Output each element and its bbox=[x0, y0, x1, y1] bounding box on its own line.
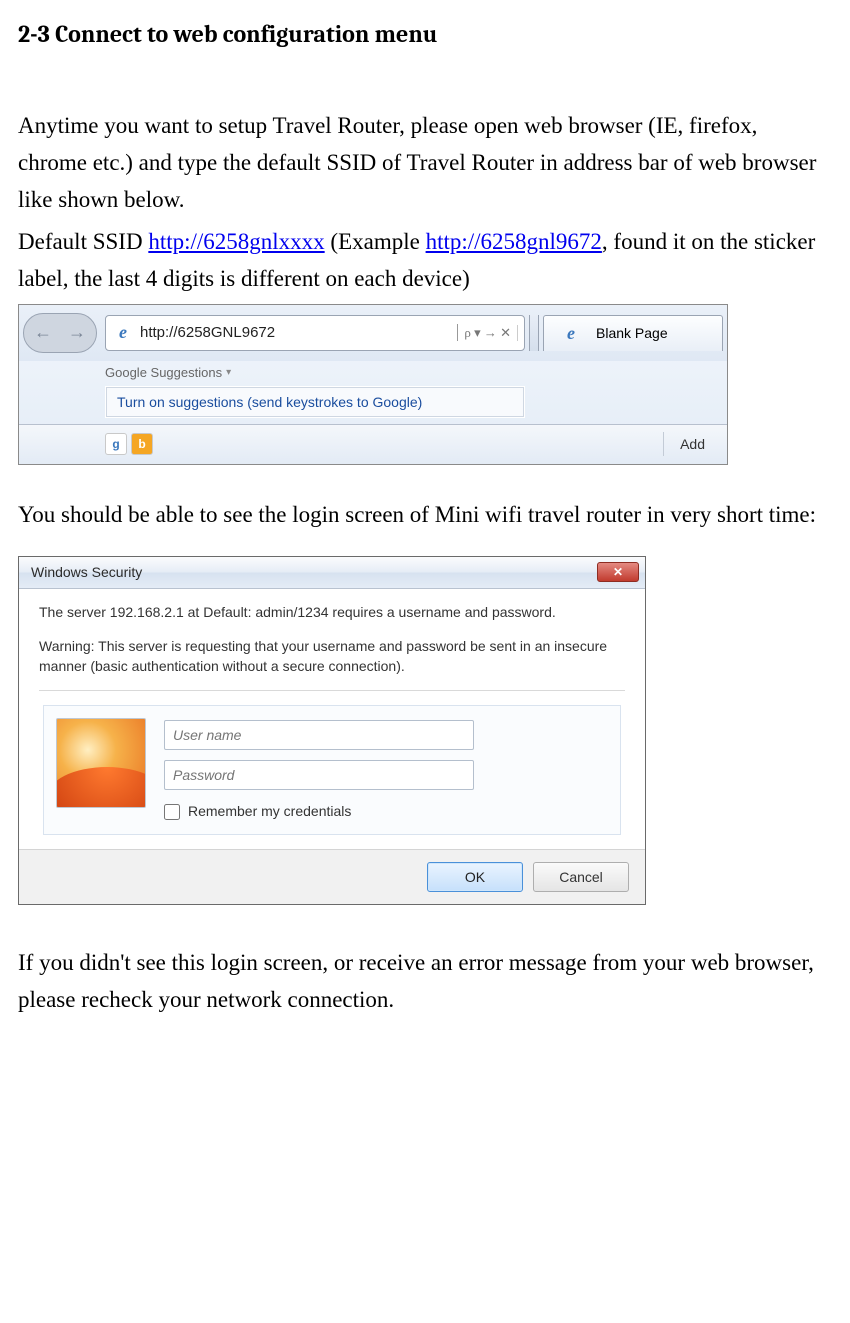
login-intro-paragraph: You should be able to see the login scre… bbox=[18, 497, 832, 534]
suggestion-header: Google Suggestions ▾ bbox=[105, 365, 727, 380]
address-url: http://6258GNL9672 bbox=[140, 324, 458, 341]
browser-top-bar: ← → e http://6258GNL9672 ρ ▾ → ✕ e Blank… bbox=[19, 305, 727, 361]
dialog-body: The server 192.168.2.1 at Default: admin… bbox=[19, 589, 645, 850]
ie-logo-icon: e bbox=[112, 322, 134, 344]
dialog-title: Windows Security bbox=[31, 564, 142, 580]
ok-button[interactable]: OK bbox=[427, 862, 523, 892]
back-arrow-icon[interactable]: ← bbox=[27, 317, 59, 349]
suggestion-panel: Google Suggestions ▾ Turn on suggestions… bbox=[19, 361, 727, 424]
address-tools: ρ ▾ → ✕ bbox=[458, 325, 524, 341]
forward-arrow-icon[interactable]: → bbox=[61, 317, 93, 349]
suggestion-row: Turn on suggestions (send keystrokes to … bbox=[105, 386, 525, 418]
nav-arrow-group: ← → bbox=[23, 313, 97, 353]
dialog-footer: OK Cancel bbox=[19, 849, 645, 904]
tab-separator bbox=[529, 315, 539, 351]
tab-label: Blank Page bbox=[596, 325, 668, 341]
browser-tab[interactable]: e Blank Page bbox=[543, 315, 723, 351]
avatar-image bbox=[56, 718, 146, 808]
password-field[interactable] bbox=[164, 760, 474, 790]
tab-ie-icon: e bbox=[560, 322, 582, 344]
ssid-prefix: Default SSID bbox=[18, 229, 148, 254]
close-icon: ✕ bbox=[613, 565, 623, 579]
username-field[interactable] bbox=[164, 720, 474, 750]
address-tools-glyphs[interactable]: ρ ▾ → ✕ bbox=[464, 325, 518, 341]
chevron-down-icon[interactable]: ▾ bbox=[226, 367, 231, 378]
dialog-message-1: The server 192.168.2.1 at Default: admin… bbox=[39, 603, 625, 623]
add-button[interactable]: Add bbox=[663, 432, 721, 456]
remember-credentials[interactable]: Remember my credentials bbox=[164, 802, 608, 822]
browser-screenshot: ← → e http://6258GNL9672 ρ ▾ → ✕ e Blank… bbox=[18, 304, 728, 465]
close-button[interactable]: ✕ bbox=[597, 562, 639, 582]
accelerator-bar: g b Add bbox=[19, 424, 727, 464]
dialog-message-2: Warning: This server is requesting that … bbox=[39, 637, 625, 677]
suggestion-item[interactable]: Turn on suggestions (send keystrokes to … bbox=[106, 387, 524, 417]
address-bar[interactable]: e http://6258GNL9672 ρ ▾ → ✕ bbox=[105, 315, 525, 351]
dialog-divider bbox=[39, 690, 625, 691]
closing-paragraph: If you didn't see this login screen, or … bbox=[18, 945, 832, 1019]
section-heading: 2-3 Connect to web configuration menu bbox=[18, 20, 832, 48]
remember-label: Remember my credentials bbox=[188, 802, 351, 822]
intro-paragraph-1: Anytime you want to setup Travel Router,… bbox=[18, 108, 832, 218]
ssid-link-example[interactable]: http://6258gnl9672 bbox=[426, 229, 602, 254]
google-acc-icon[interactable]: g bbox=[105, 433, 127, 455]
intro-paragraph-2: Default SSID http://6258gnlxxxx (Example… bbox=[18, 224, 832, 298]
ssid-link-generic[interactable]: http://6258gnlxxxx bbox=[148, 229, 324, 254]
suggestion-header-text: Google Suggestions bbox=[105, 365, 222, 380]
credentials-block: Remember my credentials bbox=[43, 705, 621, 835]
credential-fields: Remember my credentials bbox=[164, 718, 608, 822]
windows-security-dialog: Windows Security ✕ The server 192.168.2.… bbox=[18, 556, 646, 906]
ssid-mid: (Example bbox=[325, 229, 426, 254]
bing-acc-icon[interactable]: b bbox=[131, 433, 153, 455]
remember-checkbox[interactable] bbox=[164, 804, 180, 820]
accelerator-icons: g b bbox=[105, 433, 153, 455]
cancel-button[interactable]: Cancel bbox=[533, 862, 629, 892]
dialog-titlebar: Windows Security ✕ bbox=[19, 557, 645, 589]
